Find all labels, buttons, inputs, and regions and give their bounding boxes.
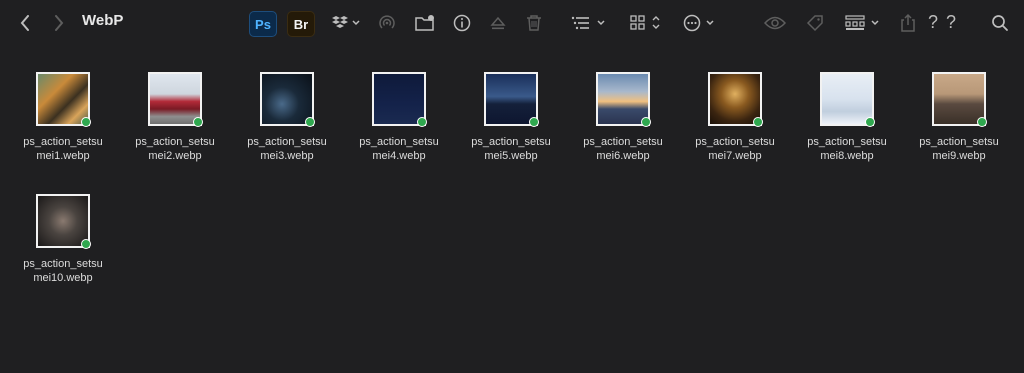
file-name-line1: ps_action_setsu — [247, 136, 327, 148]
eye-icon — [764, 16, 786, 30]
tag-icon — [806, 15, 823, 32]
group-button[interactable] — [844, 13, 882, 33]
help-1-icon[interactable]: ? — [928, 12, 938, 33]
search-button[interactable] — [989, 12, 1011, 34]
file-thumbnail — [932, 72, 987, 127]
forward-button[interactable] — [50, 13, 68, 33]
airdrop-icon — [379, 15, 395, 29]
help-2-icon[interactable]: ? — [946, 12, 956, 33]
file-item[interactable]: ps_action_setsu mei4.webp — [343, 70, 455, 163]
file-name-line2: mei3.webp — [260, 150, 314, 162]
share-button[interactable] — [898, 12, 918, 34]
file-item[interactable]: ps_action_setsu mei2.webp — [119, 70, 231, 163]
grid-view-button[interactable] — [629, 13, 665, 33]
list-view-icon — [571, 16, 605, 30]
bridge-button[interactable]: Br — [287, 11, 315, 37]
file-item[interactable]: ps_action_setsu mei5.webp — [455, 70, 567, 163]
file-item[interactable]: ps_action_setsu mei7.webp — [679, 70, 791, 163]
file-thumbnail — [484, 72, 539, 127]
tag-button[interactable] — [804, 12, 826, 34]
sync-check-icon — [81, 117, 91, 127]
file-name-line1: ps_action_setsu — [359, 136, 439, 148]
sync-check-icon — [641, 117, 651, 127]
file-name-line2: mei1.webp — [36, 150, 90, 162]
file-item[interactable]: ps_action_setsu mei10.webp — [7, 192, 119, 285]
file-item[interactable]: ps_action_setsu mei6.webp — [567, 70, 679, 163]
trash-button[interactable] — [523, 12, 545, 34]
sync-check-icon — [865, 117, 875, 127]
file-thumbnail — [36, 72, 91, 127]
preview-button[interactable] — [763, 12, 787, 34]
file-thumbnail — [260, 72, 315, 127]
file-name-line2: mei6.webp — [596, 150, 650, 162]
file-name-line2: mei7.webp — [708, 150, 762, 162]
sync-check-icon — [417, 117, 427, 127]
photoshop-button[interactable]: Ps — [249, 11, 277, 37]
info-icon — [453, 14, 471, 32]
file-item[interactable]: ps_action_setsu mei1.webp — [7, 70, 119, 163]
eject-icon — [490, 16, 506, 30]
chevron-right-icon — [55, 15, 64, 31]
sync-check-icon — [305, 117, 315, 127]
sync-check-icon — [977, 117, 987, 127]
file-name-line2: mei2.webp — [148, 150, 202, 162]
file-name-line1: ps_action_setsu — [919, 136, 999, 148]
file-name-line2: mei4.webp — [372, 150, 426, 162]
trash-icon — [527, 15, 541, 31]
file-thumbnail — [708, 72, 763, 127]
file-name-line1: ps_action_setsu — [807, 136, 887, 148]
sync-check-icon — [193, 117, 203, 127]
info-button[interactable] — [451, 12, 473, 34]
new-folder-icon — [415, 15, 434, 31]
file-item[interactable]: ps_action_setsu mei8.webp — [791, 70, 903, 163]
file-name-line2: mei9.webp — [932, 150, 986, 162]
window-title: WebP — [82, 12, 124, 29]
list-view-button[interactable] — [570, 13, 608, 33]
sync-check-icon — [529, 117, 539, 127]
back-button[interactable] — [16, 13, 34, 33]
sync-check-icon — [81, 239, 91, 249]
file-item[interactable]: ps_action_setsu mei3.webp — [231, 70, 343, 163]
file-name-line1: ps_action_setsu — [695, 136, 775, 148]
file-item[interactable]: ps_action_setsu mei9.webp — [903, 70, 1015, 163]
file-name-line1: ps_action_setsu — [583, 136, 663, 148]
file-name-line1: ps_action_setsu — [23, 258, 103, 270]
file-thumbnail — [596, 72, 651, 127]
file-name-line2: mei8.webp — [820, 150, 874, 162]
file-thumbnail — [148, 72, 203, 127]
file-name-line1: ps_action_setsu — [135, 136, 215, 148]
file-name-line1: ps_action_setsu — [23, 136, 103, 148]
more-icon — [683, 14, 714, 32]
file-name-line2: mei5.webp — [484, 150, 538, 162]
file-name-line1: ps_action_setsu — [471, 136, 551, 148]
file-thumbnail — [372, 72, 427, 127]
sync-check-icon — [753, 117, 763, 127]
grid-view-icon — [630, 15, 660, 30]
group-icon — [845, 15, 879, 30]
file-grid: ps_action_setsu mei1.webp ps_action_setsu… — [0, 70, 1024, 370]
chevron-left-icon — [20, 15, 29, 31]
file-thumbnail — [820, 72, 875, 127]
airdrop-button[interactable] — [376, 12, 398, 34]
eject-button[interactable] — [487, 12, 509, 34]
more-actions-button[interactable] — [682, 12, 718, 34]
toolbar: WebP Ps Br ? ? — [0, 0, 1024, 46]
search-icon — [992, 15, 1008, 31]
new-folder-button[interactable] — [414, 12, 436, 34]
dropbox-button[interactable] — [329, 14, 361, 32]
share-icon — [901, 13, 915, 32]
file-thumbnail — [36, 194, 91, 249]
file-name-line2: mei10.webp — [33, 272, 93, 284]
dropbox-icon — [332, 16, 360, 28]
